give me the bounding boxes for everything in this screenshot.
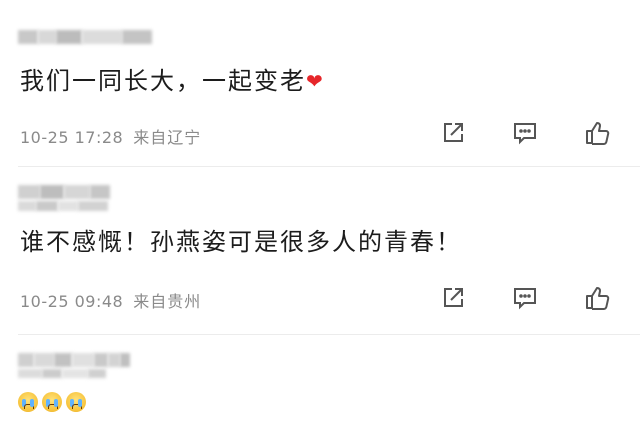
username-blur-block [18,185,40,199]
username-blur-block [90,185,110,199]
username-blurred[interactable] [18,30,152,44]
like-button[interactable] [582,283,612,313]
share-button[interactable] [438,283,468,313]
comment-location: 来自辽宁 [133,128,202,147]
username-blur-block [18,369,42,378]
comment-time: 10-25 09:48 [20,292,124,311]
comment-text-body: 我们一同长大，一起变老 [20,67,306,95]
username-blur-block [54,353,72,367]
username-blur-block [120,353,130,367]
like-icon [586,122,610,145]
comment-meta: 10-25 17:28 来自辽宁 [20,124,201,148]
share-icon [444,123,463,142]
username-blurred[interactable] [18,353,130,367]
username-blur-block [94,353,108,367]
comment-time: 10-25 17:28 [20,128,124,147]
username-blur-block [88,369,106,378]
username-blur-block [122,30,152,44]
username-blur-block [38,30,56,44]
comment-meta: 10-25 09:48 来自贵州 [20,288,201,312]
username-blur-block [72,353,94,367]
comment-item: 谁不感慨！孙燕姿可是很多人的青春！ 10-25 09:48 来自贵州 [0,167,640,337]
username-blur-block [82,30,122,44]
comment-actions [438,283,612,313]
username-blur-block [58,201,78,211]
reply-button[interactable] [510,283,540,313]
username-blur-block [56,30,82,44]
comment-emoji-row [18,392,86,412]
username-blurred-line2 [18,369,106,378]
username-blur-block [36,201,58,211]
username-blur-block [78,201,108,211]
comment-text: 我们一同长大，一起变老❤ [20,66,325,96]
username-blurred[interactable] [18,185,110,199]
username-blur-block [108,353,120,367]
comment-icon [514,288,536,310]
comment-item [0,335,640,422]
comment-item: 我们一同长大，一起变老❤ 10-25 17:28 来自辽宁 [0,0,640,172]
comment-text: 谁不感慨！孙燕姿可是很多人的青春！ [20,227,462,257]
comment-text-body: 谁不感慨！孙燕姿可是很多人的青春！ [20,228,462,256]
comment-location: 来自贵州 [133,292,202,311]
share-icon [444,288,463,307]
username-blur-block [18,201,36,211]
heart-icon: ❤ [306,69,325,93]
username-blur-block [42,369,62,378]
username-blur-block [18,353,34,367]
comment-actions [438,118,612,148]
username-blur-block [62,369,88,378]
username-blur-block [18,30,38,44]
like-icon [586,287,610,310]
share-button[interactable] [438,118,468,148]
comment-icon [514,123,536,145]
reply-button[interactable] [510,118,540,148]
username-blur-block [34,353,54,367]
crying-emoji-icon [18,392,38,412]
username-blurred-line2 [18,201,108,211]
crying-emoji-icon [66,392,86,412]
username-blur-block [40,185,64,199]
username-blur-block [64,185,90,199]
crying-emoji-icon [42,392,62,412]
like-button[interactable] [582,118,612,148]
